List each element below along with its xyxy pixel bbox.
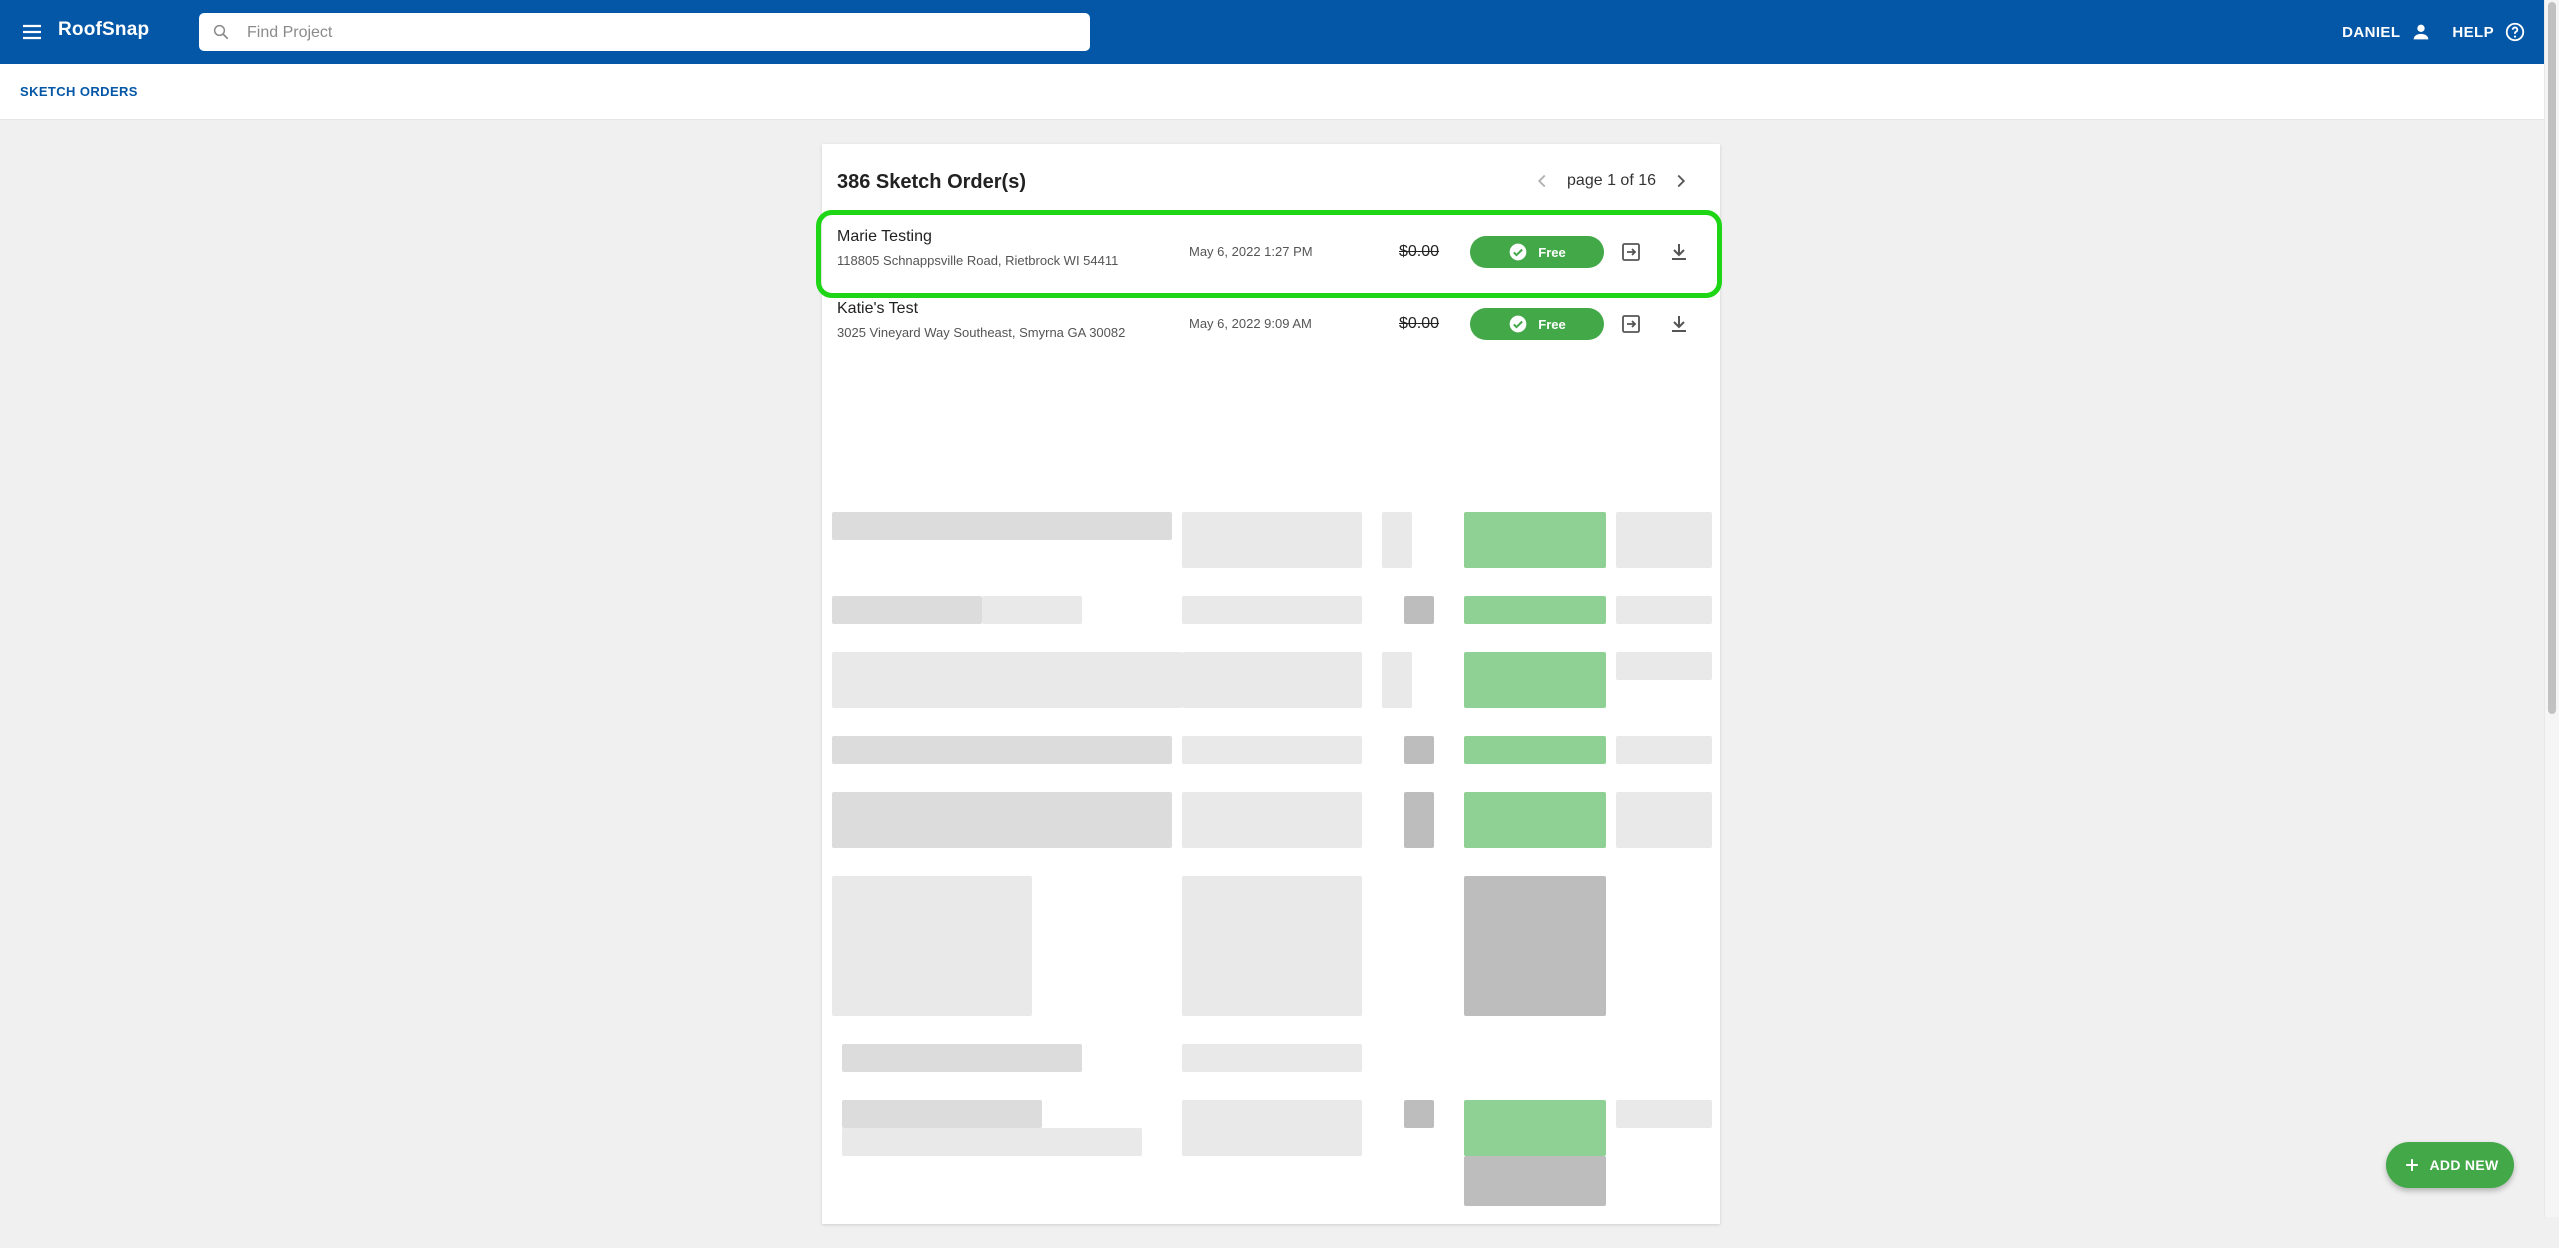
pagination: page 1 of 16 (1531, 170, 1692, 192)
plus-icon (2405, 1159, 2418, 1171)
check-circle-icon (1509, 243, 1527, 261)
open-in-icon[interactable] (1619, 312, 1643, 336)
sketch-orders-card: 386 Sketch Order(s) page 1 of 16 Marie T… (816, 144, 1722, 1224)
open-in-icon[interactable] (1619, 240, 1643, 264)
page-indicator: page 1 of 16 (1567, 172, 1656, 189)
search-icon (213, 24, 229, 40)
app-bar: RoofSnap DANIEL HELP (0, 0, 2544, 64)
orders-count-title: 386 Sketch Order(s) (837, 171, 1026, 193)
download-icon[interactable] (1667, 312, 1691, 336)
add-new-label: ADD NEW (2429, 1157, 2499, 1173)
menu-icon[interactable] (20, 20, 44, 44)
status-label: Free (1538, 316, 1566, 332)
page-scrollbar[interactable] (2544, 0, 2559, 1217)
redacted-rows (822, 368, 1720, 1248)
user-name[interactable]: DANIEL (2342, 24, 2400, 41)
scrollbar-thumb[interactable] (2548, 2, 2556, 714)
order-address: 118805 Schnappsville Road, Rietbrock WI … (837, 253, 1119, 268)
appbar-actions: DANIEL HELP (2342, 0, 2526, 64)
chevron-right-icon[interactable] (1670, 170, 1692, 192)
order-date: May 6, 2022 1:27 PM (1189, 244, 1313, 259)
order-price: $0.00 (1399, 315, 1440, 332)
order-name: Marie Testing (837, 228, 932, 245)
chevron-left-icon[interactable] (1531, 170, 1553, 192)
status-badge[interactable]: Free (1470, 236, 1604, 268)
sub-header: SKETCH ORDERS (0, 64, 2544, 120)
order-row[interactable]: Marie Testing 118805 Schnappsville Road,… (816, 210, 1722, 298)
order-row[interactable]: Katie's Test 3025 Vineyard Way Southeast… (822, 288, 1720, 360)
status-label: Free (1538, 244, 1566, 260)
help-circle-icon[interactable] (2504, 21, 2526, 43)
help-link[interactable]: HELP (2452, 24, 2494, 41)
sketch-orders-link[interactable]: SKETCH ORDERS (20, 84, 138, 99)
search-input[interactable] (245, 13, 1079, 53)
download-icon[interactable] (1667, 240, 1691, 264)
status-badge[interactable]: Free (1470, 308, 1604, 340)
check-circle-icon (1509, 315, 1527, 333)
search-bar[interactable] (199, 13, 1090, 53)
add-new-button[interactable]: ADD NEW (2386, 1142, 2514, 1188)
order-address: 3025 Vineyard Way Southeast, Smyrna GA 3… (837, 325, 1126, 340)
order-date: May 6, 2022 9:09 AM (1189, 316, 1312, 331)
order-name: Katie's Test (837, 300, 919, 317)
brand-logo[interactable]: RoofSnap (58, 19, 149, 41)
person-icon[interactable] (2410, 21, 2432, 43)
order-price: $0.00 (1399, 243, 1440, 260)
